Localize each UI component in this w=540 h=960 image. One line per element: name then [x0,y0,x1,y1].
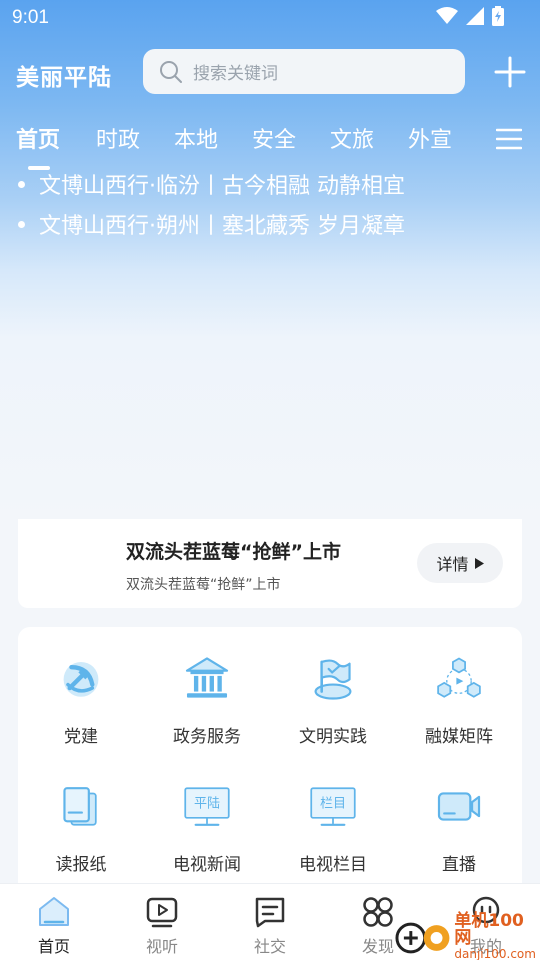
watermark-logo-icon [395,922,450,953]
service-label: 电视栏目 [299,855,367,875]
tv-column-icon: 栏目 [310,787,356,826]
service-government[interactable]: 政务服务 [144,627,270,747]
app-logo: 美丽平陆 [16,65,112,91]
bullet-dot [18,220,25,228]
home-icon [39,897,69,926]
nav-social[interactable]: 社交 [216,884,324,960]
tab-safety[interactable]: 安全 [252,122,296,154]
live-camera-icon [437,792,481,821]
tv-news-icon: 平陆 [184,787,230,826]
nav-label: 首页 [37,937,70,956]
video-play-icon [146,897,178,928]
nav-label: 视听 [145,937,178,956]
service-label: 党建 [64,727,98,747]
nav-label: 社交 [253,937,286,956]
watermark-site: danji100.com [454,946,536,960]
nav-home[interactable]: 首页 [0,884,108,960]
menu-icon[interactable] [496,128,522,150]
battery-icon [492,6,504,26]
service-tv-column[interactable]: 栏目 电视栏目 [270,755,396,875]
tab-politics[interactable]: 时政 [96,122,140,154]
tv-screen-text: 平陆 [194,795,220,811]
nav-label: 发现 [361,937,394,956]
tab-home[interactable]: 首页 [16,122,60,154]
ticker-text: 文博山西行·朔州丨塞北藏秀 岁月凝章 [39,214,405,239]
search-icon [160,60,182,83]
channel-tabs: 首页 时政 本地 安全 文旅 外宣 [0,122,540,158]
chat-icon [255,897,285,928]
tab-publicity[interactable]: 外宣 [408,122,452,154]
government-building-icon [185,657,229,698]
tab-culture-tourism[interactable]: 文旅 [330,122,374,154]
service-civilization[interactable]: 文明实践 [270,627,396,747]
party-emblem-icon [63,661,99,697]
service-label: 文明实践 [299,727,367,747]
service-media-matrix[interactable]: 融媒矩阵 [396,627,522,747]
watermark-title: 单机100网 [454,910,524,948]
service-label: 电视新闻 [173,855,241,875]
search-bar[interactable]: 搜索关键词 [143,49,465,94]
status-time: 9:01 [12,7,49,28]
discover-icon [363,897,393,927]
signal-icon [466,7,484,25]
service-label: 政务服务 [173,727,241,747]
watermark: 单机100网 danji100.com [393,910,540,960]
media-matrix-icon [437,657,481,698]
wifi-icon [436,7,458,24]
service-tv-news[interactable]: 平陆 电视新闻 [144,755,270,875]
banner-subtitle: 双流头茬蓝莓“抢鲜”上市 [126,577,281,593]
status-bar: 9:01 [0,0,540,36]
service-label: 直播 [442,855,476,875]
service-label: 读报纸 [55,855,107,875]
add-icon[interactable] [494,56,526,88]
ticker-item[interactable]: 文博山西行·临汾丨古今相融 动静相宜 [18,168,405,200]
banner-title: 双流头茬蓝莓“抢鲜”上市 [126,541,341,563]
service-grid: 党建 政务服务 文明实践 融媒矩阵 读报纸 平陆 电视新闻 栏目 电视栏目 直播 [18,627,522,897]
service-newspaper[interactable]: 读报纸 [18,755,144,875]
ticker-text: 文博山西行·临汾丨古今相融 动静相宜 [39,174,405,199]
search-placeholder: 搜索关键词 [193,64,278,84]
news-banner[interactable]: 双流头茬蓝莓“抢鲜”上市 双流头茬蓝莓“抢鲜”上市 详情 [18,519,522,608]
service-party-building[interactable]: 党建 [18,627,144,747]
tab-local[interactable]: 本地 [174,122,218,154]
service-live[interactable]: 直播 [396,755,522,875]
ticker-item[interactable]: 文博山西行·朔州丨塞北藏秀 岁月凝章 [18,208,405,240]
play-arrow-icon [474,557,484,569]
detail-label: 详情 [436,555,469,574]
detail-button[interactable]: 详情 [417,543,503,583]
nav-audiovisual[interactable]: 视听 [108,884,216,960]
flag-icon [314,659,352,700]
newspaper-icon [63,787,97,826]
bullet-dot [18,180,25,188]
service-label: 融媒矩阵 [425,727,493,747]
tv-screen-text: 栏目 [320,796,346,811]
